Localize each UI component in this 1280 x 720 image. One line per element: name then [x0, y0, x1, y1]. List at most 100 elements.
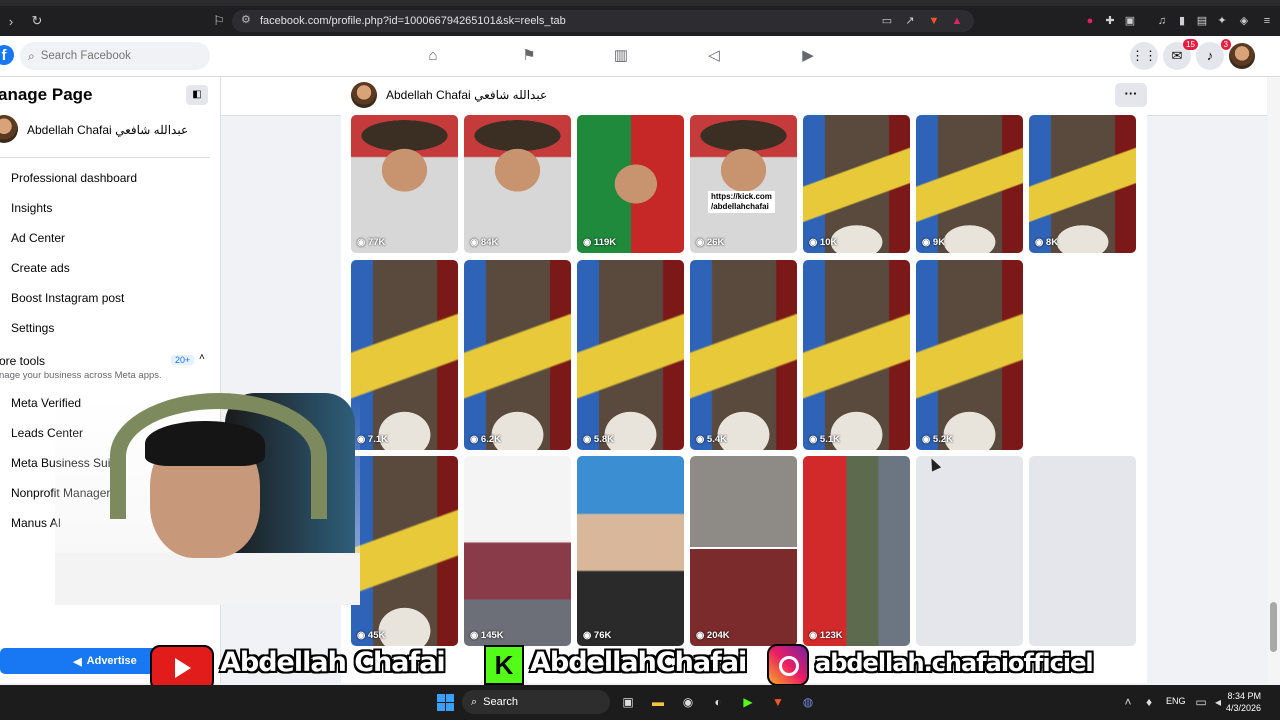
create-ads-icon: ▏ [0, 263, 8, 274]
windows-start-icon[interactable] [437, 694, 454, 711]
flag-icon[interactable]: ⚑ [518, 45, 540, 67]
system-clock[interactable]: 8:34 PM 4/3/2026 [1226, 690, 1261, 714]
page-name: Abdellah Chafai عبدالله شافعي [27, 123, 189, 137]
clock-time: 8:34 PM [1227, 691, 1262, 701]
notifications-icon[interactable]: ♪ 3 [1196, 39, 1231, 70]
page-scrollbar[interactable] [1268, 77, 1280, 683]
forward-icon[interactable]: › [2, 14, 20, 29]
play-icon[interactable]: ▶ [740, 694, 756, 710]
megaphone-icon[interactable]: ◁ [703, 45, 725, 67]
reel-thumbnail[interactable]: https://kick.com /abdellahchafai ◉ 26K [690, 115, 797, 253]
social-media-banner: Abdellah Chafai K AbdellahChafai abdella… [0, 640, 1280, 691]
brave-browser-icon[interactable]: ▼ [770, 694, 786, 710]
insights-icon[interactable]: ▥ [610, 45, 632, 67]
share-icon[interactable]: ↗ [903, 14, 917, 28]
video-icon[interactable]: ▶ [797, 45, 819, 67]
reel-thumbnail[interactable]: ◉ 5.8K [577, 260, 684, 450]
windows-taskbar: ⌕ Search ▣ ▬ ◉ ◐ ▶ ▼ ◍ ˄ ♦ ENG ▭ ◂ 8:34 … [0, 685, 1280, 720]
reel-thumbnail[interactable]: ◉ 8K [1029, 115, 1136, 253]
site-info-icon[interactable]: ⚙ [241, 13, 251, 26]
reel-thumbnail[interactable]: ◉ 77K [351, 115, 458, 253]
sidebar-icon[interactable]: ▮ [1175, 14, 1189, 28]
reel-thumbnail[interactable]: ◉ 119K [577, 115, 684, 253]
extension-badge-icon[interactable]: ● [1083, 14, 1097, 28]
more-tools-count-badge: 20+ [171, 355, 195, 365]
file-explorer-icon[interactable]: ▬ [650, 694, 666, 710]
reel-thumbnail[interactable]: ◉ 5.4K [690, 260, 797, 450]
sidebar-item-create-ads[interactable]: ▏Create ads [0, 255, 210, 281]
sidebar-item-insights[interactable]: ▏Insights [0, 195, 210, 221]
volume-icon[interactable]: ◂ [1210, 694, 1226, 710]
bookmark-icon[interactable]: ⚐ [210, 13, 228, 29]
nonprofit-icon: ▏ [0, 488, 8, 499]
reel-view-count: ◉ 5.1K [809, 434, 840, 445]
vpn-icon[interactable]: ◈ [1237, 14, 1251, 28]
sidebar-item-boost-instagram-post[interactable]: ▏Boost Instagram post [0, 285, 210, 311]
messenger-icon[interactable]: ✉ 15 [1163, 39, 1198, 70]
home-icon[interactable]: ⌂ [422, 45, 444, 67]
reel-thumbnail[interactable]: ◉ 123K [803, 456, 910, 646]
instagram-handle: abdellah.chafaiofficiel [815, 649, 1094, 677]
tray-chevron-icon[interactable]: ˄ [1120, 694, 1136, 710]
facebook-search[interactable]: ⌕ [20, 42, 210, 70]
reel-view-count: ◉ 5.8K [583, 434, 614, 445]
profile-name[interactable]: Abdellah Chafai عبدالله شافعي [386, 88, 547, 102]
chevron-up-icon[interactable]: ˄ [199, 352, 205, 363]
camera-icon[interactable]: ◉ [680, 694, 696, 710]
sidebar-item-ad-center[interactable]: ▏Ad Center [0, 225, 210, 251]
language-indicator[interactable]: ENG [1166, 696, 1186, 706]
reel-thumbnail[interactable]: ◉ 5.1K [803, 260, 910, 450]
reel-thumbnail[interactable]: ◉ 10K [803, 115, 910, 253]
reel-view-count: ◉ 5.4K [696, 434, 727, 445]
reel-thumbnail[interactable]: ◉ 145K [464, 456, 571, 646]
profile-header: Abdellah Chafai عبدالله شافعي ··· [221, 77, 1267, 116]
kick-handle: AbdellahChafai [530, 647, 747, 678]
leads-icon: ▏ [0, 428, 8, 439]
extensions-icon[interactable]: ✚ [1103, 14, 1117, 28]
cast-icon[interactable]: ▭ [880, 14, 894, 28]
reel-thumbnail[interactable]: ◉ 204K [690, 456, 797, 646]
leo-ai-icon[interactable]: ✦ [1215, 14, 1229, 28]
reel-thumbnail[interactable]: ◉ 7.1K [351, 260, 458, 450]
brave-shield-icon[interactable]: ▼ [927, 14, 941, 28]
microphone-icon[interactable]: ♦ [1141, 694, 1157, 710]
menu-icon[interactable]: ≡ [1260, 14, 1274, 28]
reel-thumbnail[interactable]: ◉ 84K [464, 115, 571, 253]
sidebar-collapse-button[interactable]: ◧ [186, 85, 208, 105]
reload-icon[interactable]: ↻ [28, 13, 46, 29]
sidebar-item-professional-dashboard[interactable]: ▏Professional dashboard [0, 165, 210, 191]
facebook-logo-icon[interactable]: f [0, 45, 14, 65]
reel-thumbnail[interactable]: ◉ 6.2K [464, 260, 571, 450]
messenger-badge: 15 [1183, 39, 1198, 50]
reel-view-count: ◉ 7.1K [357, 434, 388, 445]
media-icon[interactable]: ♫ [1155, 14, 1169, 28]
shirt [55, 553, 360, 605]
reel-thumbnail[interactable]: ◉ 5.2K [916, 260, 1023, 450]
settings-icon: ▏ [0, 323, 8, 334]
reel-thumbnail[interactable]: ◉ 9K [916, 115, 1023, 253]
search-input[interactable] [38, 49, 193, 63]
network-icon[interactable]: ▭ [1193, 694, 1209, 710]
reel-view-count: ◉ 119K [583, 237, 617, 248]
reel-thumbnail[interactable]: ◉ 76K [577, 456, 684, 646]
reel-view-count: ◉ 9K [922, 237, 946, 248]
profile-avatar[interactable] [351, 82, 377, 108]
sidebar-item-settings[interactable]: ▏Settings [0, 315, 210, 341]
reel-view-count: ◉ 77K [357, 237, 386, 248]
more-options-button[interactable]: ··· [1115, 83, 1147, 107]
account-avatar[interactable] [1229, 43, 1255, 69]
taskbar-search[interactable]: ⌕ Search [462, 690, 610, 714]
reel-thumbnail[interactable]: ◉ 45K [351, 456, 458, 646]
sidebar-item-label: Settings [11, 321, 55, 335]
more-tools-heading: ore tools [0, 354, 46, 368]
discord-icon[interactable]: ◍ [800, 694, 816, 710]
wallet-icon[interactable]: ▤ [1195, 14, 1209, 28]
obs-icon[interactable]: ◐ [710, 694, 726, 710]
sidebar-item-label: Manus AI [11, 516, 62, 530]
task-view-icon[interactable]: ▣ [620, 694, 636, 710]
screenshot-icon[interactable]: ▣ [1123, 14, 1137, 28]
menu-grid-icon[interactable]: ⋮⋮ [1130, 42, 1158, 70]
address-bar[interactable]: ⚙ facebook.com/profile.php?id=1000667942… [232, 10, 974, 32]
brave-rewards-icon[interactable]: ▲ [950, 14, 964, 28]
main-content: Abdellah Chafai عبدالله شافعي ··· ◉ 77K ◉… [221, 77, 1267, 683]
